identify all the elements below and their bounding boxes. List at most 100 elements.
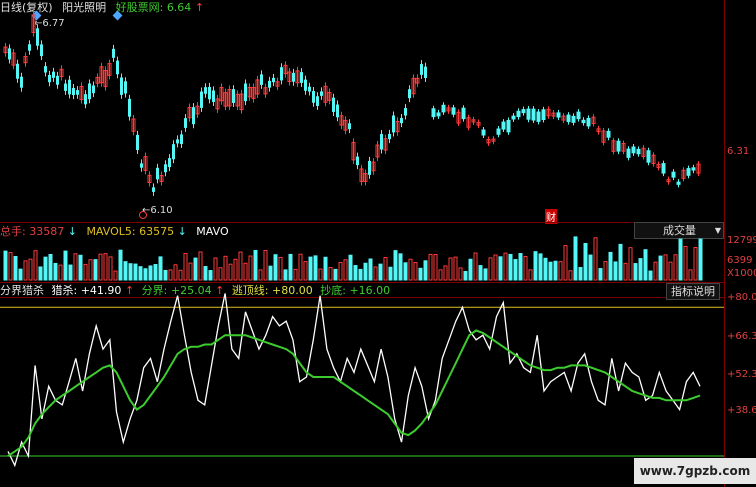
candlestick xyxy=(566,114,571,123)
candlestick xyxy=(124,81,127,94)
candlestick xyxy=(208,86,211,100)
candlestick xyxy=(128,98,131,117)
volume-bar xyxy=(108,256,113,281)
volume-bar xyxy=(173,264,178,281)
candlestick xyxy=(312,91,315,103)
volume-bar xyxy=(128,263,133,281)
candlestick xyxy=(116,60,119,75)
volume-bar xyxy=(398,253,403,281)
indicator-axis-label: +52.32 xyxy=(727,369,756,380)
volume-bar xyxy=(548,261,553,281)
volume-bar xyxy=(688,269,693,281)
volume-bar xyxy=(498,256,503,281)
candlestick xyxy=(380,133,383,150)
volume-bar xyxy=(118,249,123,281)
candlestick xyxy=(92,85,95,94)
candlestick xyxy=(88,83,91,100)
volume-bar xyxy=(658,255,663,281)
volume-bar xyxy=(8,252,13,281)
volume-bar xyxy=(683,245,688,281)
volume-bar xyxy=(3,250,8,281)
volume-bar xyxy=(293,268,298,281)
volume-bar xyxy=(508,253,513,281)
candlestick xyxy=(68,79,71,95)
candlestick xyxy=(320,91,323,96)
candlestick xyxy=(212,90,215,102)
candlestick xyxy=(626,148,631,158)
candlestick xyxy=(164,164,167,173)
volume-bar xyxy=(223,255,228,281)
price-axis-label: 6.31 xyxy=(727,146,750,157)
candlestick xyxy=(451,107,456,115)
volume-bar xyxy=(388,266,393,281)
candlestick xyxy=(388,133,391,140)
volume-bar xyxy=(568,270,573,281)
volume-bar xyxy=(68,264,73,281)
volume-bar xyxy=(623,262,628,281)
volume-bar xyxy=(18,268,23,281)
volume-bar xyxy=(668,261,673,281)
volume-bar xyxy=(53,262,58,281)
volume-bar xyxy=(503,252,508,281)
candlestick xyxy=(156,167,159,180)
volume-bar xyxy=(663,254,668,281)
candlestick xyxy=(501,121,506,130)
volume-bar xyxy=(303,261,308,281)
candlestick xyxy=(336,104,339,118)
volume-bar xyxy=(283,269,288,281)
candlestick xyxy=(272,77,275,83)
volume-bar xyxy=(478,265,483,281)
candlestick xyxy=(292,72,295,82)
volume-bar xyxy=(333,268,338,281)
volume-bar xyxy=(123,261,128,281)
volume-bar xyxy=(243,262,248,281)
candlestick xyxy=(308,86,311,92)
volume-bar xyxy=(353,265,358,281)
candlestick xyxy=(400,117,403,124)
volume-bar xyxy=(133,263,138,281)
volume-bar xyxy=(598,268,603,281)
volume-bar xyxy=(288,253,293,281)
volume-bar xyxy=(633,263,638,281)
volume-bar xyxy=(213,257,218,281)
candlestick xyxy=(606,130,611,138)
volume-bar xyxy=(268,265,273,281)
volume-bar xyxy=(458,267,463,281)
volume-bar xyxy=(413,262,418,281)
volume-bar xyxy=(153,264,158,281)
volume-bar xyxy=(653,261,658,281)
volume-bar xyxy=(628,247,633,281)
candlestick xyxy=(631,146,636,154)
volume-bar xyxy=(603,261,608,281)
volume-bar xyxy=(438,269,443,281)
candlestick xyxy=(404,108,407,116)
candlestick xyxy=(180,134,183,145)
candlestick xyxy=(120,77,123,95)
volume-bar xyxy=(538,253,543,281)
volume-bar xyxy=(543,257,548,281)
volume-bar xyxy=(193,257,198,281)
candlestick xyxy=(556,112,561,118)
volume-bar xyxy=(518,253,523,281)
volume-bar xyxy=(113,270,118,281)
candlestick xyxy=(20,76,23,88)
volume-bar xyxy=(48,253,53,281)
volume-bar xyxy=(383,257,388,281)
volume-bar xyxy=(373,266,378,281)
volume-bar xyxy=(273,254,278,281)
stock-chart-canvas[interactable] xyxy=(0,0,724,487)
candlestick xyxy=(686,168,691,176)
volume-bar xyxy=(468,258,473,281)
candlestick xyxy=(280,67,283,81)
volume-bar xyxy=(338,262,343,281)
candlestick xyxy=(368,160,371,175)
candlestick xyxy=(496,128,501,135)
candlestick xyxy=(348,123,351,130)
candlestick xyxy=(44,66,47,73)
volume-bar xyxy=(473,252,478,281)
indicator-axis-label: +80.00 xyxy=(727,292,756,303)
volume-bar xyxy=(363,262,368,281)
candlestick xyxy=(392,115,395,133)
candlestick xyxy=(176,139,179,144)
volume-bar xyxy=(78,254,83,281)
